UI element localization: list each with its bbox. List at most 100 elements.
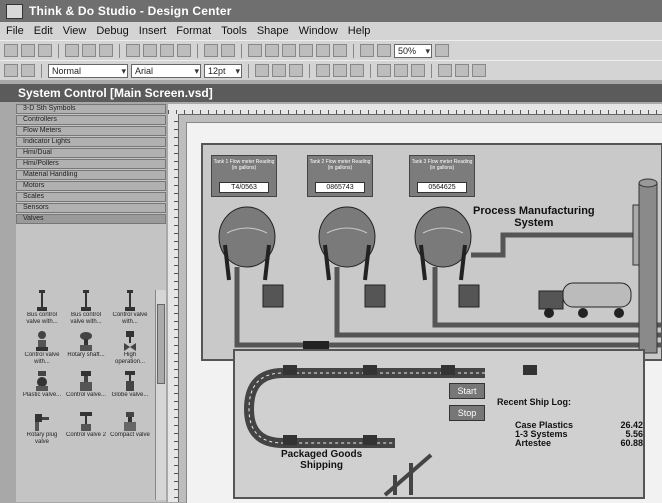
paste-icon[interactable] — [160, 44, 174, 57]
valve-icon — [303, 341, 329, 349]
palette-category-selected[interactable]: Valves — [16, 214, 166, 224]
align-center-icon[interactable] — [333, 64, 347, 77]
font-size-select[interactable]: 12pt — [204, 63, 242, 78]
stencil-icon[interactable] — [4, 64, 18, 77]
redo-icon[interactable] — [221, 44, 235, 57]
compact-valve-icon — [124, 412, 136, 431]
menu-edit[interactable]: Edit — [34, 25, 53, 37]
palette-category[interactable]: Hmi/Pollers — [16, 159, 166, 169]
process-diagram — [218, 178, 661, 354]
menu-shape[interactable]: Shape — [257, 25, 289, 37]
line-ends-icon[interactable] — [472, 64, 486, 77]
copy-icon[interactable] — [143, 44, 157, 57]
zoom-in-icon[interactable] — [360, 44, 374, 57]
save-icon[interactable] — [38, 44, 52, 57]
palette-shape[interactable]: Compact valve — [108, 410, 152, 446]
connector-tool-icon[interactable] — [265, 44, 279, 57]
font-color-icon[interactable] — [377, 64, 391, 77]
menu-debug[interactable]: Debug — [96, 25, 128, 37]
print-preview-icon[interactable] — [82, 44, 96, 57]
palette-shape[interactable]: Rotary shaft... — [64, 330, 108, 366]
bold-icon[interactable] — [255, 64, 269, 77]
zoom-select[interactable]: 50% — [394, 43, 432, 58]
palette-shape[interactable]: Control valve... — [64, 370, 108, 406]
align-right-icon[interactable] — [350, 64, 364, 77]
text-tool-icon[interactable] — [282, 44, 296, 57]
shapes-icon[interactable] — [21, 64, 35, 77]
fill-color-icon[interactable] — [411, 64, 425, 77]
menu-window[interactable]: Window — [299, 25, 338, 37]
shape-label: Control valve 2 — [65, 432, 107, 438]
palette-scrollbar[interactable] — [155, 290, 166, 500]
palette-category[interactable]: Indicator Lights — [16, 137, 166, 147]
shape-label: Control valve with... — [112, 312, 148, 325]
shape-label: Control valve... — [65, 392, 107, 398]
palette-category[interactable]: Sensors — [16, 203, 166, 213]
style-select[interactable]: Normal — [48, 63, 128, 78]
menu-insert[interactable]: Insert — [139, 25, 167, 37]
packaging-title-line: Packaged Goods — [281, 449, 363, 460]
separator — [58, 43, 59, 58]
line-tool-icon[interactable] — [316, 44, 330, 57]
font-select[interactable]: Arial — [131, 63, 201, 78]
open-icon[interactable] — [21, 44, 35, 57]
new-icon[interactable] — [4, 44, 18, 57]
palette-shape[interactable]: Globe valve... — [108, 370, 152, 406]
palette-category[interactable]: Hmi/Dual — [16, 148, 166, 158]
palette-shape[interactable]: Rotary plug valve — [20, 410, 64, 446]
separator — [248, 63, 249, 78]
separator — [431, 63, 432, 78]
palette-shape[interactable]: High operation... — [108, 330, 152, 366]
separator — [370, 63, 371, 78]
document-title-bar: System Control [Main Screen.vsd] — [0, 84, 662, 102]
palette-shape[interactable]: Bus control valve with... — [20, 290, 64, 326]
underline-icon[interactable] — [289, 64, 303, 77]
spelling-icon[interactable] — [99, 44, 113, 57]
help-icon[interactable] — [435, 44, 449, 57]
menu-tools[interactable]: Tools — [221, 25, 247, 37]
drawing-page[interactable]: Tank 1 Flow meter Reading (in gallons) T… — [186, 122, 662, 503]
menu-format[interactable]: Format — [176, 25, 211, 37]
menu-help[interactable]: Help — [348, 25, 371, 37]
palette-category[interactable]: Material Handling — [16, 170, 166, 180]
tank-1-icon — [218, 206, 276, 281]
cut-icon[interactable] — [126, 44, 140, 57]
fill-tool-icon[interactable] — [333, 44, 347, 57]
italic-icon[interactable] — [272, 64, 286, 77]
palette-shape[interactable]: Control valve with... — [108, 290, 152, 326]
palette-shape[interactable]: Control valve 2 — [64, 410, 108, 446]
palette-category[interactable]: Controllers — [16, 115, 166, 125]
tanker-truck-icon — [538, 282, 632, 318]
palette-shape[interactable]: Plastic valve... — [20, 370, 64, 406]
palette-category[interactable]: Scales — [16, 192, 166, 202]
menu-file[interactable]: File — [6, 25, 24, 37]
packaging-panel[interactable]: Packaged Goods Shipping Start Stop Recen… — [233, 349, 645, 499]
line-weight-icon[interactable] — [438, 64, 452, 77]
line-pattern-icon[interactable] — [455, 64, 469, 77]
pump-icon — [262, 284, 480, 308]
menu-view[interactable]: View — [63, 25, 87, 37]
palette-category[interactable]: 3-D Sth Symbols — [16, 104, 166, 114]
palette-category[interactable]: Motors — [16, 181, 166, 191]
pointer-tool-icon[interactable] — [248, 44, 262, 57]
line-color-icon[interactable] — [394, 64, 408, 77]
palette-shape[interactable]: Control valve with... — [20, 330, 64, 366]
separator — [353, 43, 354, 58]
palette-category[interactable]: Flow Meters — [16, 126, 166, 136]
zoom-out-icon[interactable] — [377, 44, 391, 57]
scrollbar-thumb[interactable] — [157, 304, 165, 384]
format-painter-icon[interactable] — [177, 44, 191, 57]
control-valve-icon — [80, 371, 92, 391]
packaging-title-line: Shipping — [300, 460, 343, 471]
process-panel[interactable]: Tank 1 Flow meter Reading (in gallons) T… — [201, 143, 662, 361]
stop-button[interactable]: Stop — [449, 405, 485, 421]
align-left-icon[interactable] — [316, 64, 330, 77]
print-icon[interactable] — [65, 44, 79, 57]
shape-label: Bus control valve with... — [70, 312, 102, 325]
palette-shape[interactable]: Bus control valve with... — [64, 290, 108, 326]
start-button[interactable]: Start — [449, 383, 485, 399]
rectangle-tool-icon[interactable] — [299, 44, 313, 57]
separator — [41, 63, 42, 78]
actuator-valve-icon — [124, 331, 136, 351]
undo-icon[interactable] — [204, 44, 218, 57]
